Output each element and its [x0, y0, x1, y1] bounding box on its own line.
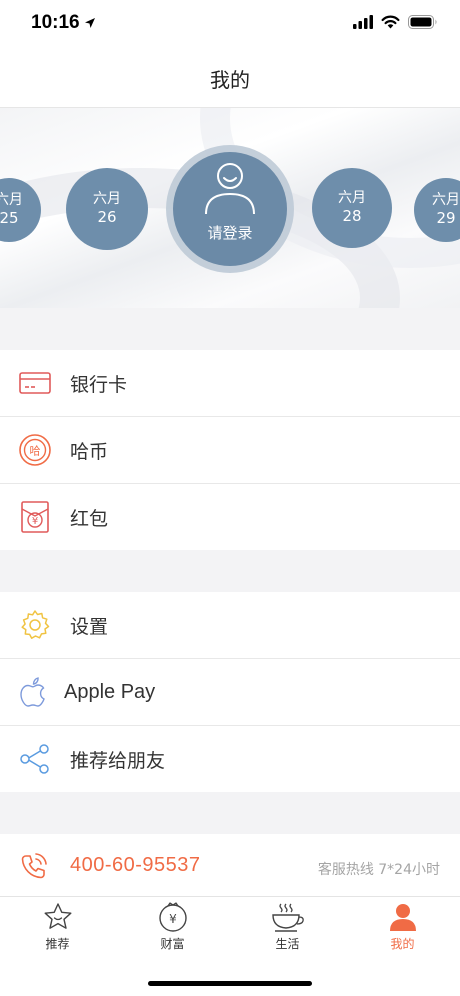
- menu-item-bank-card[interactable]: 银行卡: [0, 350, 460, 416]
- person-icon: [389, 904, 416, 931]
- menu-item-label: 银行卡: [70, 373, 128, 396]
- money-bag-icon: ¥: [158, 902, 187, 932]
- svg-text:哈: 哈: [30, 445, 41, 458]
- battery-icon: [408, 15, 437, 29]
- user-avatar-icon: [205, 163, 255, 215]
- menu-item-ha-coin[interactable]: 哈 哈币: [0, 417, 460, 483]
- section-gap: [0, 308, 460, 350]
- tab-mine[interactable]: 我的: [345, 901, 460, 957]
- share-icon: [20, 744, 49, 774]
- menu-item-label: Apple Pay: [64, 680, 156, 703]
- svg-text:¥: ¥: [169, 912, 177, 926]
- star-icon: [44, 903, 71, 929]
- login-button[interactable]: 请登录: [173, 152, 287, 266]
- page-title: 我的: [210, 68, 250, 92]
- tab-life[interactable]: 生活: [230, 901, 345, 957]
- gear-icon: [21, 610, 50, 639]
- ha-coin-icon: 哈: [19, 434, 51, 466]
- login-label: 请登录: [207, 224, 253, 242]
- date-month: 六月: [0, 192, 23, 209]
- menu-item-label: 设置: [70, 615, 109, 638]
- date-day: 25: [0, 209, 19, 228]
- bank-card-icon: [19, 372, 51, 394]
- customer-hotline[interactable]: 400-60-95537 客服热线 7*24小时: [0, 834, 460, 896]
- apple-icon: [20, 677, 45, 707]
- date-day: 28: [342, 207, 362, 226]
- tab-label: 财富: [160, 937, 185, 951]
- svg-text:¥: ¥: [32, 516, 38, 527]
- tab-label: 我的: [390, 937, 415, 951]
- date-month: 六月: [93, 191, 121, 208]
- tab-label: 生活: [275, 937, 300, 951]
- tab-recommend[interactable]: 推荐: [0, 901, 115, 957]
- section-gap: [0, 550, 460, 592]
- section-gap: [0, 792, 460, 834]
- hotline-number[interactable]: 400-60-95537: [70, 854, 201, 877]
- tab-label: 推荐: [45, 937, 70, 951]
- status-time: 10:16: [31, 12, 80, 33]
- location-arrow-icon: [85, 18, 95, 28]
- date-month: 六月: [338, 190, 366, 207]
- menu-item-apple-pay[interactable]: Apple Pay: [0, 659, 460, 725]
- date-day: 29: [436, 209, 456, 228]
- wifi-icon: [381, 15, 400, 29]
- status-icons: [353, 15, 438, 29]
- date-circle[interactable]: 六月 26: [66, 168, 148, 250]
- tab-wealth[interactable]: ¥ 财富: [115, 901, 230, 957]
- menu-item-label: 红包: [70, 507, 109, 530]
- date-day: 26: [97, 208, 117, 227]
- signal-icon: [353, 15, 373, 29]
- teacup-icon: [271, 903, 304, 932]
- phone-icon: [21, 853, 47, 879]
- nav-bar: 我的: [0, 50, 460, 108]
- red-envelope-icon: ¥: [21, 501, 49, 533]
- menu-item-label: 哈币: [70, 440, 109, 463]
- date-month: 六月: [432, 192, 460, 209]
- menu-item-red-envelope[interactable]: ¥ 红包: [0, 484, 460, 550]
- home-indicator: [148, 981, 312, 986]
- date-circle[interactable]: 六月 28: [312, 168, 392, 248]
- menu-item-share[interactable]: 推荐给朋友: [0, 726, 460, 792]
- hotline-note: 客服热线 7*24小时: [317, 862, 440, 878]
- menu-item-settings[interactable]: 设置: [0, 592, 460, 658]
- status-bar: 10:16: [0, 0, 460, 50]
- menu-item-label: 推荐给朋友: [70, 749, 166, 772]
